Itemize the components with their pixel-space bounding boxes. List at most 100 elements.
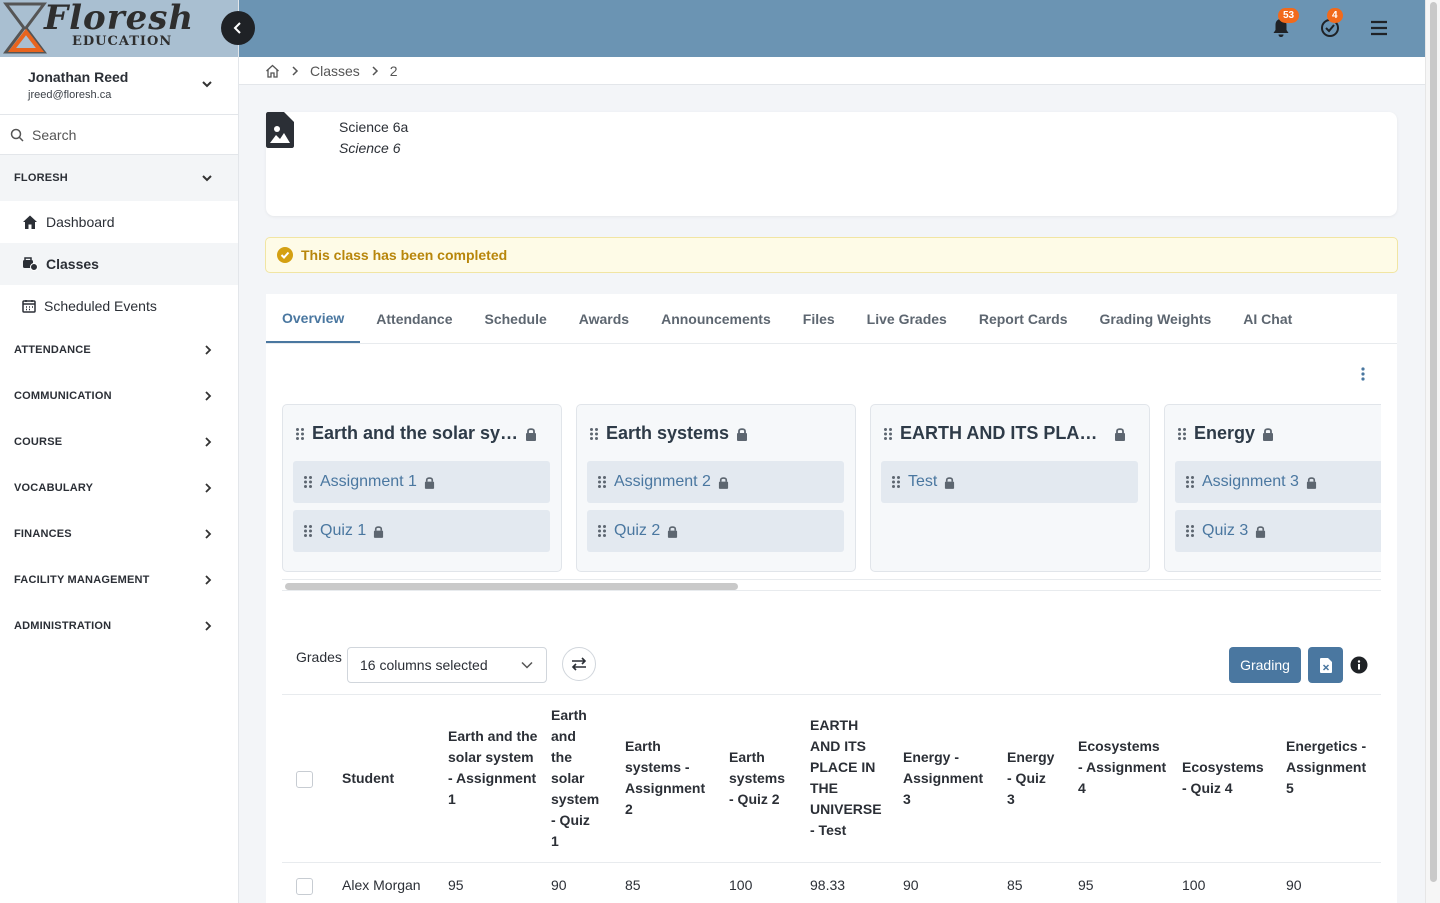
sidebar-item-scheduled-events[interactable]: Scheduled Events xyxy=(0,285,238,327)
units-horizontal-scrollbar[interactable] xyxy=(282,579,1381,591)
header-column[interactable]: Energetics - Assignment 5 xyxy=(1286,736,1371,799)
chevron-right-icon xyxy=(205,345,212,355)
class-info-card: Science 6a Science 6 xyxy=(266,112,1397,216)
swap-axes-button[interactable] xyxy=(562,647,596,681)
drag-handle-icon[interactable] xyxy=(295,427,305,441)
grading-button[interactable]: Grading xyxy=(1229,647,1301,683)
sidebar-group-attendance[interactable]: ATTENDANCE xyxy=(0,327,238,373)
grade-cell[interactable]: 90 xyxy=(1286,877,1302,893)
sidebar-group-administration[interactable]: ADMINISTRATION xyxy=(0,603,238,649)
grade-cell[interactable]: 98.33 xyxy=(810,877,845,893)
header-column[interactable]: Earth systems - Assignment 2 xyxy=(625,736,705,820)
select-all-checkbox[interactable] xyxy=(296,771,313,788)
tab-announcements[interactable]: Announcements xyxy=(645,294,787,343)
sidebar-group-floresh[interactable]: FLORESH xyxy=(0,155,238,201)
tab-files[interactable]: Files xyxy=(787,294,851,343)
grade-cell[interactable]: 100 xyxy=(729,877,752,893)
export-excel-button[interactable] xyxy=(1308,647,1343,683)
grade-cell[interactable]: 95 xyxy=(448,877,464,893)
quiz-item[interactable]: Quiz 2 xyxy=(587,510,844,552)
columns-select[interactable]: 16 columns selected xyxy=(347,647,547,683)
header-student[interactable]: Student xyxy=(342,768,394,789)
tab-ai-chat[interactable]: AI Chat xyxy=(1227,294,1308,343)
tasks-button[interactable]: 4 xyxy=(1319,8,1343,39)
tab-grading-weights[interactable]: Grading Weights xyxy=(1084,294,1228,343)
grade-cell[interactable]: 85 xyxy=(1007,877,1023,893)
student-name-cell[interactable]: Alex Morgan xyxy=(342,877,421,893)
grade-cell[interactable]: 100 xyxy=(1182,877,1205,893)
page-scrollbar[interactable] xyxy=(1425,0,1440,903)
drag-handle-icon[interactable] xyxy=(303,524,313,538)
tab-overview[interactable]: Overview xyxy=(266,294,361,343)
drag-handle-icon[interactable] xyxy=(883,427,893,441)
unit-title[interactable]: EARTH AND ITS PLA… xyxy=(883,423,1126,444)
tab-report-cards[interactable]: Report Cards xyxy=(963,294,1084,343)
drag-handle-icon[interactable] xyxy=(1185,475,1195,489)
header-column[interactable]: Earth and the solar system - Assignment … xyxy=(448,726,538,810)
header-column[interactable]: Energy - Assignment 3 xyxy=(903,747,993,810)
more-options-icon[interactable] xyxy=(1356,366,1370,382)
tab-awards[interactable]: Awards xyxy=(563,294,645,343)
breadcrumb-classes[interactable]: Classes xyxy=(310,63,360,79)
drag-handle-icon[interactable] xyxy=(597,524,607,538)
excel-file-icon xyxy=(1319,657,1332,673)
sidebar-item-dashboard[interactable]: Dashboard xyxy=(0,201,238,243)
grade-cell[interactable]: 90 xyxy=(903,877,919,893)
header-column[interactable]: EARTH AND ITS PLACE IN THE UNIVERSE - Te… xyxy=(810,715,885,841)
grade-cell[interactable]: 95 xyxy=(1078,877,1094,893)
units-scrollbar-thumb[interactable] xyxy=(285,583,738,590)
assignment-item[interactable]: Assignment 1 xyxy=(293,461,550,503)
main-menu-button[interactable] xyxy=(1368,17,1390,39)
drag-handle-icon[interactable] xyxy=(1177,427,1187,441)
header-column[interactable]: Earth systems - Quiz 2 xyxy=(729,747,789,810)
drag-handle-icon[interactable] xyxy=(589,427,599,441)
search-input[interactable]: Search xyxy=(32,127,76,143)
quiz-item[interactable]: Quiz 1 xyxy=(293,510,550,552)
header-column[interactable]: Ecosystems - Quiz 4 xyxy=(1182,757,1272,799)
drag-handle-icon[interactable] xyxy=(303,475,313,489)
alert-text: This class has been completed xyxy=(301,247,508,263)
header-column[interactable]: Earth and the solar system - Quiz 1 xyxy=(551,705,599,852)
home-icon xyxy=(23,215,37,229)
notifications-button[interactable]: 53 xyxy=(1270,8,1300,39)
drag-handle-icon[interactable] xyxy=(891,475,901,489)
sidebar-group-course[interactable]: COURSE xyxy=(0,419,238,465)
group-label: FLORESH xyxy=(14,172,68,184)
unit-card[interactable]: Earth systems Assignment 2 Quiz 2 xyxy=(576,404,856,572)
drag-handle-icon[interactable] xyxy=(1185,524,1195,538)
logo[interactable]: Floresh EDUCATION xyxy=(0,0,238,57)
user-menu[interactable]: Jonathan Reed jreed@floresh.ca xyxy=(0,57,238,115)
unit-title[interactable]: Energy xyxy=(1177,423,1274,444)
sidebar-item-classes[interactable]: Classes xyxy=(0,243,238,285)
tab-schedule[interactable]: Schedule xyxy=(469,294,563,343)
row-checkbox[interactable] xyxy=(296,878,313,895)
chevron-down-icon xyxy=(202,175,212,182)
assignment-item[interactable]: Assignment 3 xyxy=(1175,461,1381,503)
sidebar-search[interactable]: Search xyxy=(0,115,238,155)
chevron-down-icon[interactable] xyxy=(200,77,214,91)
unit-title-text: Earth systems xyxy=(606,423,730,443)
header-column[interactable]: Energy - Quiz 3 xyxy=(1007,747,1057,810)
drag-handle-icon[interactable] xyxy=(597,475,607,489)
sidebar-group-vocabulary[interactable]: VOCABULARY xyxy=(0,465,238,511)
header-column[interactable]: Ecosystems - Assignment 4 xyxy=(1078,736,1168,799)
unit-card[interactable]: EARTH AND ITS PLA… Test xyxy=(870,404,1150,572)
unit-title[interactable]: Earth systems xyxy=(589,423,748,444)
collapse-sidebar-button[interactable] xyxy=(221,11,255,45)
sidebar-group-finances[interactable]: FINANCES xyxy=(0,511,238,557)
home-icon[interactable] xyxy=(265,64,280,78)
assignment-item[interactable]: Assignment 2 xyxy=(587,461,844,503)
tab-live-grades[interactable]: Live Grades xyxy=(851,294,963,343)
unit-card[interactable]: Earth and the solar sy… Assignment 1 Qui… xyxy=(282,404,562,572)
sidebar-group-communication[interactable]: COMMUNICATION xyxy=(0,373,238,419)
page-scrollbar-thumb[interactable] xyxy=(1430,2,1437,882)
tab-attendance[interactable]: Attendance xyxy=(360,294,468,343)
info-icon[interactable] xyxy=(1350,656,1368,674)
grade-cell[interactable]: 90 xyxy=(551,877,567,893)
quiz-item[interactable]: Quiz 3 xyxy=(1175,510,1381,552)
unit-title[interactable]: Earth and the solar sy… xyxy=(295,423,537,444)
test-item[interactable]: Test xyxy=(881,461,1138,503)
sidebar-group-facility-management[interactable]: FACILITY MANAGEMENT xyxy=(0,557,238,603)
unit-card[interactable]: Energy Assignment 3 Quiz 3 xyxy=(1164,404,1381,572)
grade-cell[interactable]: 85 xyxy=(625,877,641,893)
